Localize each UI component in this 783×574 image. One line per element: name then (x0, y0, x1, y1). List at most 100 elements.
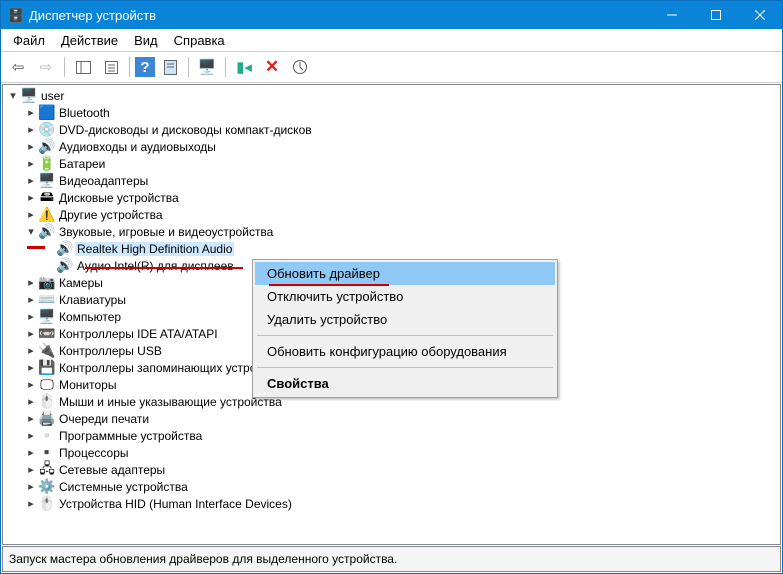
node-label: Батареи (57, 157, 107, 171)
prop-sheet-button[interactable] (157, 54, 183, 80)
tree-node[interactable]: ▾🔊Звуковые, игровые и видеоустройства (7, 223, 776, 240)
menubar: Файл Действие Вид Справка (1, 29, 782, 52)
tree-node[interactable]: ▸🟦Bluetooth (7, 104, 776, 121)
hid-icon: 🖱️ (39, 496, 55, 512)
expand-icon[interactable]: ▸ (25, 361, 37, 374)
expand-icon[interactable]: ▸ (25, 140, 37, 153)
toolbar: ⇦ ⇨ ? 🖥️ ▮◂ ✕ (1, 52, 782, 83)
expand-icon[interactable]: ▸ (25, 463, 37, 476)
ctx-update-label: Обновить драйвер (267, 266, 380, 281)
bat-icon: 🔋 (39, 156, 55, 172)
tree-node[interactable]: ▸🔋Батареи (7, 155, 776, 172)
tree-node[interactable]: ▸💿DVD-дисководы и дисководы компакт-диск… (7, 121, 776, 138)
tree-node[interactable]: ▸🔊Аудиовходы и аудиовыходы (7, 138, 776, 155)
menu-action[interactable]: Действие (53, 30, 126, 51)
ctx-properties[interactable]: Свойства (255, 372, 555, 395)
tree-node[interactable]: ▸🖱️Устройства HID (Human Interface Devic… (7, 495, 776, 512)
kbd-icon: ⌨️ (39, 292, 55, 308)
expand-icon[interactable]: ▸ (25, 395, 37, 408)
node-label: Мониторы (57, 378, 118, 392)
window-title: Диспетчер устройств (29, 8, 650, 23)
annotation-mark (85, 267, 243, 269)
separator (188, 57, 189, 77)
tree-node[interactable]: ▸⚙️Системные устройства (7, 478, 776, 495)
node-label: Мыши и иные указывающие устройства (57, 395, 284, 409)
expand-icon[interactable]: ▸ (25, 106, 37, 119)
forward-button[interactable]: ⇨ (33, 54, 59, 80)
node-label: user (39, 89, 66, 103)
node-label: Клавиатуры (57, 293, 128, 307)
collapse-icon[interactable]: ▾ (7, 89, 19, 102)
ctx-remove-device[interactable]: Удалить устройство (255, 308, 555, 331)
expand-icon[interactable]: ▸ (25, 480, 37, 493)
annotation-mark (269, 284, 389, 286)
expand-icon[interactable]: ▸ (25, 123, 37, 136)
uninstall-device-button[interactable]: ✕ (259, 54, 285, 80)
ctx-disable-device[interactable]: Отключить устройство (255, 285, 555, 308)
tree-node[interactable]: ▸🖨️Очереди печати (7, 410, 776, 427)
tree-node[interactable]: 🔊Realtek High Definition Audio (7, 240, 776, 257)
expand-icon[interactable]: ▸ (25, 293, 37, 306)
back-button[interactable]: ⇦ (5, 54, 31, 80)
ctx-update-driver[interactable]: Обновить драйвер (255, 262, 555, 285)
expand-icon[interactable]: ▸ (25, 174, 37, 187)
node-label: Контроллеры IDE ATA/ATAPI (57, 327, 220, 341)
sys-icon: ⚙️ (39, 479, 55, 495)
expand-icon[interactable]: ▸ (25, 497, 37, 510)
tree-node[interactable]: ▸🖴Дисковые устройства (7, 189, 776, 206)
properties-button[interactable] (98, 54, 124, 80)
node-label: Контроллеры USB (57, 344, 164, 358)
collapse-icon[interactable]: ▾ (25, 225, 37, 238)
hdd-icon: 🖴 (39, 190, 55, 206)
tree-node[interactable]: ▸🖥️Видеоадаптеры (7, 172, 776, 189)
node-label: Программные устройства (57, 429, 204, 443)
node-label: Bluetooth (57, 106, 112, 120)
separator (257, 335, 553, 336)
expand-icon[interactable]: ▸ (25, 412, 37, 425)
expand-icon[interactable]: ▸ (25, 344, 37, 357)
update-driver-button[interactable]: 🖥️ (194, 54, 220, 80)
ctx-scan-hardware[interactable]: Обновить конфигурацию оборудования (255, 340, 555, 363)
ide-icon: 📼 (39, 326, 55, 342)
sw-icon: ▫️ (39, 428, 55, 444)
expand-icon[interactable]: ▸ (25, 429, 37, 442)
menu-help[interactable]: Справка (166, 30, 233, 51)
separator (225, 57, 226, 77)
tree-node[interactable]: ▸🖧Сетевые адаптеры (7, 461, 776, 478)
tree-node[interactable]: ▾🖥️user (7, 87, 776, 104)
tree-node[interactable]: ▸▪️Процессоры (7, 444, 776, 461)
mem-icon: 💾 (39, 360, 55, 376)
status-text: Запуск мастера обновления драйверов для … (9, 552, 397, 566)
warn-icon: ⚠️ (39, 207, 55, 223)
help-button[interactable]: ? (135, 57, 155, 77)
pc-icon: 🖥️ (21, 88, 37, 104)
expand-icon[interactable]: ▸ (25, 327, 37, 340)
separator (64, 57, 65, 77)
node-label: Видеоадаптеры (57, 174, 150, 188)
mon-icon: 🖵 (39, 377, 55, 393)
minimize-button[interactable] (650, 1, 694, 29)
node-label: Дисковые устройства (57, 191, 181, 205)
maximize-button[interactable] (694, 1, 738, 29)
context-menu: Обновить драйвер Отключить устройство Уд… (252, 259, 558, 398)
node-label: Аудио Intel(R) для дисплеев (75, 259, 236, 273)
expand-icon[interactable]: ▸ (25, 276, 37, 289)
titlebar: 🗄️ Диспетчер устройств (1, 1, 782, 29)
expand-icon[interactable]: ▸ (25, 191, 37, 204)
expand-icon[interactable]: ▸ (25, 378, 37, 391)
menu-view[interactable]: Вид (126, 30, 166, 51)
expand-icon[interactable]: ▸ (25, 310, 37, 323)
expand-icon[interactable]: ▸ (25, 157, 37, 170)
expand-icon[interactable]: ▸ (25, 208, 37, 221)
expand-icon[interactable]: ▸ (25, 446, 37, 459)
app-icon: 🗄️ (7, 7, 23, 23)
tree-node[interactable]: ▸▫️Программные устройства (7, 427, 776, 444)
menu-file[interactable]: Файл (5, 30, 53, 51)
node-label: Процессоры (57, 446, 131, 460)
close-button[interactable] (738, 1, 782, 29)
show-hide-tree-button[interactable] (70, 54, 96, 80)
snd-icon: 🔊 (57, 241, 73, 257)
tree-node[interactable]: ▸⚠️Другие устройства (7, 206, 776, 223)
scan-hardware-button[interactable] (287, 54, 313, 80)
enable-device-button[interactable]: ▮◂ (231, 54, 257, 80)
